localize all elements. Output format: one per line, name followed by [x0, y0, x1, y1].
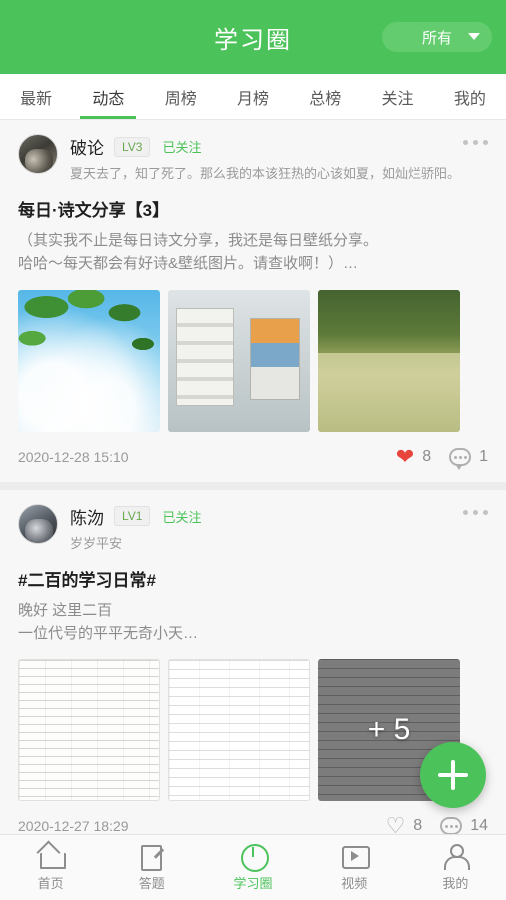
more-images-count: + 5 — [367, 713, 411, 746]
quiz-icon — [139, 843, 165, 871]
circle-icon — [240, 843, 269, 872]
post-body-line1: （其实我不止是每日诗文分享，我还是每日壁纸分享。 — [18, 232, 379, 249]
post-footer: 2020-12-28 15:10 ❤ 8 1 — [18, 445, 488, 472]
post-images — [18, 289, 488, 432]
like-control[interactable]: ❤ 8 — [396, 445, 432, 468]
post-more-icon[interactable] — [463, 140, 488, 145]
post-body-line1: 晚好 这里二百 — [18, 601, 113, 619]
nav-label: 学习圈 — [233, 876, 273, 891]
tab-label: 我的 — [453, 90, 486, 108]
nav-item-video[interactable]: 视频 — [304, 835, 405, 900]
tab-label: 总榜 — [309, 90, 342, 108]
nav-item-quiz[interactable]: 答题 — [101, 835, 202, 900]
nav-label: 答题 — [138, 876, 165, 891]
page-title: 学习圈 — [214, 26, 292, 54]
nav-item-study-circle[interactable]: 学习圈 — [202, 835, 303, 900]
bottom-nav: 首页 答题 学习圈 视频 我的 — [0, 834, 506, 900]
comment-count: 1 — [479, 447, 488, 465]
avatar[interactable] — [18, 134, 58, 174]
post-title: #二百的学习日常# — [18, 570, 156, 590]
post-title: 每日·诗文分享【3】 — [18, 201, 170, 220]
post-time: 2020-12-27 18:29 — [18, 818, 129, 834]
filter-dropdown[interactable]: 所有 — [382, 22, 492, 52]
heart-filled-icon[interactable]: ❤ — [396, 445, 414, 468]
post-image-3[interactable] — [318, 289, 460, 432]
tab-monthly[interactable]: 月榜 — [217, 74, 289, 119]
person-icon — [442, 843, 471, 870]
tab-bar: 最新 动态 周榜 月榜 总榜 关注 我的 — [0, 74, 506, 120]
follow-state[interactable]: 已关注 — [162, 507, 201, 526]
post-header: 陈沕 LV1 已关注 岁岁平安 — [18, 503, 488, 552]
nav-label: 我的 — [442, 876, 469, 891]
nav-label: 视频 — [341, 876, 368, 891]
tab-label: 月榜 — [236, 90, 269, 108]
level-badge: LV1 — [114, 506, 151, 526]
tab-dynamic[interactable]: 动态 — [72, 74, 144, 119]
tab-label: 关注 — [381, 90, 414, 108]
comment-icon[interactable] — [440, 817, 463, 834]
app-screen: 学习圈 所有 最新 动态 周榜 月榜 总榜 关注 我的 破论 LV3 已关注 夏… — [0, 0, 506, 900]
post-image-1[interactable] — [18, 659, 160, 801]
comment-count: 14 — [470, 817, 488, 834]
heart-outline-icon[interactable]: ♡ — [386, 815, 406, 835]
nav-item-mine[interactable]: 我的 — [405, 835, 506, 900]
tab-label: 动态 — [92, 90, 125, 108]
tab-overall[interactable]: 总榜 — [289, 74, 361, 119]
video-icon — [341, 843, 371, 869]
tab-weekly[interactable]: 周榜 — [145, 74, 217, 119]
user-name[interactable]: 陈沕 — [70, 504, 104, 529]
post-more-icon[interactable] — [463, 509, 488, 515]
post-feed[interactable]: 破论 LV3 已关注 夏天去了，知了死了。那么我的本该狂热的心该如夏，如灿烂骄阳… — [0, 120, 506, 834]
post-header: 破论 LV3 已关注 夏天去了，知了死了。那么我的本该狂热的心该如夏，如灿烂骄阳… — [18, 134, 488, 182]
tab-label: 最新 — [20, 90, 53, 108]
post-time: 2020-12-28 15:10 — [18, 448, 129, 465]
post-item[interactable]: 破论 LV3 已关注 夏天去了，知了死了。那么我的本该狂热的心该如夏，如灿烂骄阳… — [0, 120, 506, 490]
app-header: 学习圈 所有 — [0, 0, 506, 74]
like-count: 8 — [422, 447, 432, 465]
chevron-down-icon — [468, 33, 480, 40]
level-badge: LV3 — [114, 136, 151, 157]
like-count: 8 — [413, 817, 423, 834]
post-body-line2: 一位代号的平平无奇小天… — [18, 624, 199, 642]
follow-state[interactable]: 已关注 — [162, 137, 201, 156]
post-image-1[interactable] — [18, 289, 160, 432]
avatar[interactable] — [18, 503, 58, 544]
user-name[interactable]: 破论 — [70, 134, 104, 159]
user-signature: 岁岁平安 — [70, 535, 123, 551]
user-signature: 夏天去了，知了死了。那么我的本该狂热的心该如夏，如灿烂骄阳。 — [70, 166, 461, 181]
tab-following[interactable]: 关注 — [361, 74, 433, 119]
nav-item-home[interactable]: 首页 — [0, 835, 101, 900]
comment-icon[interactable] — [449, 447, 472, 470]
post-body-line2: 哈哈～每天都会有好诗&壁纸图片。请查收啊！）… — [18, 255, 359, 273]
filter-label: 所有 — [421, 29, 452, 47]
like-control[interactable]: ♡ 8 — [386, 815, 423, 835]
post-footer: 2020-12-27 18:29 ♡ 8 14 — [18, 815, 488, 834]
tab-label: 周榜 — [164, 90, 197, 108]
nav-label: 首页 — [37, 876, 64, 891]
tab-mine[interactable]: 我的 — [434, 74, 506, 119]
create-post-button[interactable] — [420, 742, 486, 808]
tab-latest[interactable]: 最新 — [0, 74, 72, 119]
post-image-2[interactable] — [168, 289, 310, 432]
post-image-2[interactable] — [168, 659, 310, 801]
comment-control[interactable]: 14 — [440, 817, 488, 834]
home-icon — [38, 843, 66, 869]
post-images: + 5 — [18, 659, 488, 801]
comment-control[interactable]: 1 — [449, 447, 488, 470]
